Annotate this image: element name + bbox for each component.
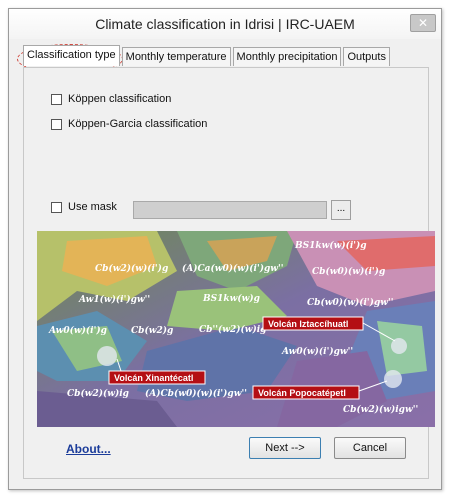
tab-strip: Classification type Monthly temperature … [23, 45, 392, 67]
climate-label: BS1kw(w)(i')g [294, 240, 367, 251]
volcano-label-iztaccihuatl: Volcán Iztaccíhuatl [268, 319, 348, 329]
climate-label: BS1kw(w)g [202, 293, 260, 304]
title-bar: Climate classification in Idrisi | IRC-U… [9, 9, 441, 39]
close-button[interactable]: ✕ [410, 14, 436, 32]
browse-mask-button[interactable]: ... [331, 200, 351, 220]
koppen-option[interactable]: Köppen classification [51, 93, 171, 105]
use-mask-label: Use mask [68, 201, 117, 213]
next-button[interactable]: Next --> [249, 437, 321, 459]
close-icon: ✕ [417, 16, 429, 30]
use-mask-checkbox[interactable] [51, 201, 62, 213]
climate-map-image: BS1kw(w)(i')g Cb(w2)(w)(i')g (A)Ca(w0)(w… [37, 231, 435, 427]
about-link[interactable]: About... [66, 442, 111, 456]
cancel-button[interactable]: Cancel [334, 437, 406, 459]
climate-label: Cb(w0)(w)(i')g [312, 266, 385, 277]
tab-monthly-precipitation[interactable]: Monthly precipitation [232, 47, 342, 66]
climate-label: Aw0(w)(i')gw'' [281, 346, 353, 357]
koppen-garcia-checkbox[interactable] [51, 118, 62, 130]
app-window: Climate classification in Idrisi | IRC-U… [8, 8, 442, 490]
koppen-checkbox[interactable] [51, 93, 62, 105]
tab-monthly-temperature[interactable]: Monthly temperature [121, 47, 231, 66]
climate-label: Aw0(w)(i')g [48, 325, 107, 336]
use-mask-option[interactable]: Use mask [51, 201, 117, 213]
climate-label: Cb(w2)(w)igw'' [343, 404, 418, 415]
tab-classification-type[interactable]: Classification type [23, 45, 120, 66]
volcano-label-popocatepetl: Volcán Popocatépetl [258, 388, 346, 398]
climate-label: Cb(w2)g [131, 325, 173, 336]
climate-label: Cb''(w2)(w)ig [199, 324, 266, 335]
climate-label: Cb(w2)(w)(i')g [95, 263, 168, 274]
koppen-garcia-label: Köppen-Garcia classification [68, 118, 208, 130]
mask-file-input[interactable] [133, 201, 327, 219]
koppen-label: Köppen classification [68, 93, 172, 105]
koppen-garcia-option[interactable]: Köppen-Garcia classification [51, 118, 207, 130]
climate-label: Cb(w2)(w)ig [67, 388, 129, 399]
tab-outputs[interactable]: Outputs [343, 47, 390, 66]
climate-map: BS1kw(w)(i')g Cb(w2)(w)(i')g (A)Ca(w0)(w… [37, 231, 435, 427]
climate-label: (A)Ca(w0)(w)(i')gw'' [182, 263, 284, 274]
climate-label: Cb(w0)(w)(i')gw'' [307, 297, 394, 308]
volcano-label-xinantecatl: Volcán Xinantécatl [114, 373, 193, 383]
window-title: Climate classification in Idrisi | IRC-U… [95, 16, 355, 32]
climate-label: (A)Cb(w0)(w)(i')gw'' [145, 388, 247, 399]
climate-label: Aw1(w)(i')gw'' [78, 294, 150, 305]
